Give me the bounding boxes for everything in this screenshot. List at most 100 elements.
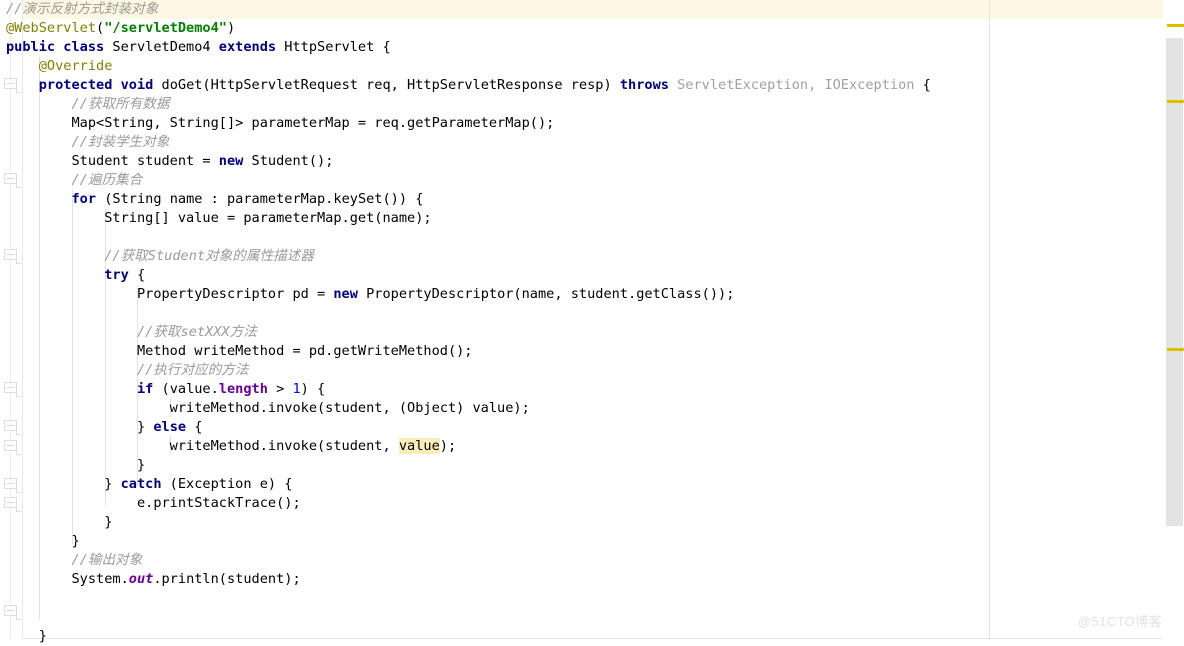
code-line[interactable]: //获取Student对象的属性描述器 xyxy=(0,247,931,266)
code-token: //获取setXXX方法 xyxy=(136,324,257,340)
code-token: ( xyxy=(96,20,105,36)
code-line[interactable]: //输出对象 xyxy=(0,551,931,570)
code-token: new xyxy=(333,286,358,302)
occurrence-marker[interactable] xyxy=(1167,24,1184,27)
code-token: //封装学生对象 xyxy=(71,134,170,150)
code-line[interactable]: if (value.length > 1) { xyxy=(0,380,931,399)
code-token: } xyxy=(6,476,121,492)
code-token: //执行对应的方法 xyxy=(136,362,249,378)
code-token: HttpServlet { xyxy=(276,39,391,55)
code-line[interactable]: e.printStackTrace(); xyxy=(0,494,931,513)
code-line[interactable]: System.out.println(student); xyxy=(0,570,931,589)
code-line[interactable]: //执行对应的方法 xyxy=(0,361,931,380)
code-line[interactable]: } else { xyxy=(0,418,931,437)
code-token: //演示反射方式封装对象 xyxy=(6,1,159,17)
code-token: { xyxy=(914,77,931,93)
watermark: @51CTO博客 xyxy=(1077,614,1162,629)
occurrence-marker[interactable] xyxy=(1167,348,1184,351)
code-line[interactable]: Map<String, String[]> parameterMap = req… xyxy=(0,114,931,133)
code-token: throws xyxy=(619,77,669,93)
code-line[interactable]: for (String name : parameterMap.keySet()… xyxy=(0,190,931,209)
right-margin-guide xyxy=(989,0,990,639)
code-token: doGet(HttpServletRequest req, HttpServle… xyxy=(153,77,620,93)
code-token: System. xyxy=(6,571,129,587)
code-line[interactable]: String[] value = parameterMap.get(name); xyxy=(0,209,931,228)
code-line[interactable] xyxy=(0,228,931,247)
code-line[interactable] xyxy=(0,304,931,323)
code-token: if xyxy=(136,381,154,397)
code-token: (String name : parameterMap.keySet()) { xyxy=(96,191,424,207)
code-line[interactable]: //遍历集合 xyxy=(0,171,931,190)
occurrence-marker[interactable] xyxy=(1167,100,1184,103)
code-token: .println(student); xyxy=(153,571,301,587)
code-line[interactable]: } xyxy=(0,513,931,532)
code-token: e.printStackTrace(); xyxy=(6,495,301,511)
code-token: ) xyxy=(226,20,236,36)
code-line[interactable]: } xyxy=(0,456,931,475)
code-line[interactable]: PropertyDescriptor pd = new PropertyDesc… xyxy=(0,285,931,304)
code-token: extends xyxy=(218,39,277,55)
scrollbar-marker-strip[interactable] xyxy=(1163,0,1184,639)
code-token: 1 xyxy=(292,381,301,397)
code-line[interactable]: try { xyxy=(0,266,931,285)
code-token: writeMethod.invoke(student, xyxy=(6,438,399,454)
vertical-scrollbar-track[interactable] xyxy=(1163,0,1184,639)
code-token: } xyxy=(6,419,154,435)
code-token: @Override xyxy=(38,58,113,74)
code-token: Method writeMethod = pd.getWriteMethod()… xyxy=(6,343,473,359)
code-token: //输出对象 xyxy=(71,552,143,568)
vertical-scrollbar-thumb[interactable] xyxy=(1166,38,1183,526)
code-token: Student(); xyxy=(243,153,334,169)
code-token: catch xyxy=(120,476,162,492)
code-token: //遍历集合 xyxy=(71,172,143,188)
code-line[interactable]: } xyxy=(0,532,931,551)
code-token: ) { xyxy=(300,381,326,397)
code-line[interactable]: //获取setXXX方法 xyxy=(0,323,931,342)
code-token: } xyxy=(6,628,47,644)
code-line[interactable] xyxy=(0,608,931,627)
code-token: try xyxy=(104,267,129,283)
code-text[interactable]: //演示反射方式封装对象 @WebServlet("/servletDemo4")… xyxy=(0,0,931,646)
code-line[interactable]: @WebServlet("/servletDemo4") xyxy=(0,19,931,38)
code-line[interactable]: //演示反射方式封装对象 xyxy=(0,0,931,19)
code-line[interactable]: writeMethod.invoke(student, value); xyxy=(0,437,931,456)
code-line[interactable]: public class ServletDemo4 extends HttpSe… xyxy=(0,38,931,57)
code-token: PropertyDescriptor(name, student.getClas… xyxy=(357,286,735,302)
code-token: } xyxy=(6,457,146,473)
code-token: } xyxy=(6,533,80,549)
code-editor[interactable]: //演示反射方式封装对象 @WebServlet("/servletDemo4")… xyxy=(0,0,1184,644)
code-token: "/servletDemo4" xyxy=(104,20,227,36)
code-token: protected void xyxy=(38,77,154,93)
code-line[interactable]: //获取所有数据 xyxy=(0,95,931,114)
code-line[interactable]: //封装学生对象 xyxy=(0,133,931,152)
code-token: { xyxy=(186,419,203,435)
code-line[interactable]: Method writeMethod = pd.getWriteMethod()… xyxy=(0,342,931,361)
code-token: ); xyxy=(439,438,457,454)
code-line[interactable]: protected void doGet(HttpServletRequest … xyxy=(0,76,931,95)
code-token: { xyxy=(128,267,146,283)
code-line[interactable] xyxy=(0,589,931,608)
code-line[interactable]: writeMethod.invoke(student, (Object) val… xyxy=(0,399,931,418)
code-token: //获取所有数据 xyxy=(71,96,170,112)
code-token: (value. xyxy=(153,381,219,397)
code-token: ServletDemo4 xyxy=(104,39,219,55)
code-token: Map<String, String[]> parameterMap = req… xyxy=(6,115,555,131)
code-line[interactable]: @Override xyxy=(0,57,931,76)
code-line[interactable]: Student student = new Student(); xyxy=(0,152,931,171)
code-token: String[] value = parameterMap.get(name); xyxy=(6,210,432,226)
code-line[interactable]: } xyxy=(0,627,931,646)
code-token: value xyxy=(398,438,440,454)
code-line[interactable]: } catch (Exception e) { xyxy=(0,475,931,494)
code-token: } xyxy=(6,514,113,530)
code-token: > xyxy=(267,381,293,397)
code-token: public class xyxy=(6,39,105,55)
